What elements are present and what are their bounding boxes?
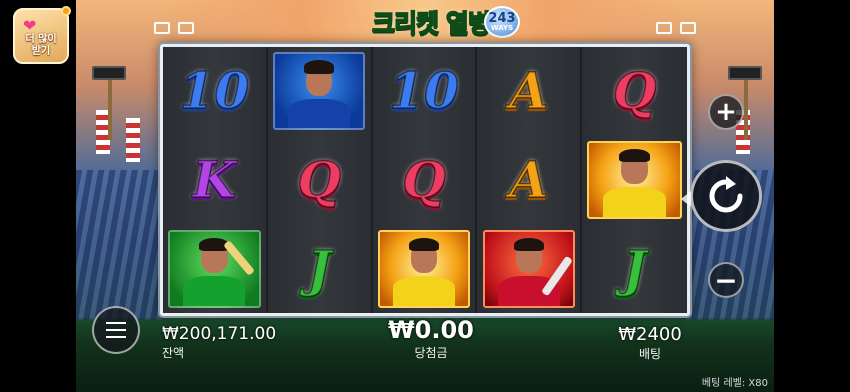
- symbol-a: A: [509, 61, 549, 121]
- reel-cell: K: [163, 136, 266, 225]
- promo-line2: 받기: [31, 46, 51, 57]
- reel-cell: A: [477, 136, 580, 225]
- floodlight-icon: [154, 22, 170, 34]
- gift-icon: ❤: [23, 16, 37, 35]
- balance-label: 잔액: [162, 346, 185, 360]
- symbol-cricket-player-blue: [272, 52, 366, 131]
- minus-icon: −: [714, 263, 738, 297]
- floodlight-tower: [728, 66, 762, 140]
- reel-cell: [477, 224, 580, 313]
- reel-column: QJ: [582, 47, 687, 313]
- promo-line1: 더 많이: [25, 34, 57, 45]
- reel-column: 10 K: [163, 47, 268, 313]
- symbol-cricket-player-gold: [587, 140, 682, 219]
- bet-label: 배팅: [638, 347, 662, 361]
- reel-column: AA: [477, 47, 583, 313]
- floodlight-icon: [178, 22, 194, 34]
- bet-value: ₩2400: [618, 324, 682, 345]
- hamburger-menu-icon: [106, 322, 126, 338]
- symbol-10: 10: [388, 61, 459, 121]
- symbol-j: J: [307, 238, 332, 298]
- reel-cell: A: [477, 47, 580, 136]
- autoplay-arrow-icon[interactable]: [681, 191, 691, 207]
- flag-decoration: [126, 118, 140, 162]
- refresh-icon: [709, 176, 743, 213]
- reel-cell: [268, 47, 371, 136]
- reel-column: QJ: [267, 47, 373, 313]
- symbol-cricket-batsman-red: [482, 229, 576, 308]
- ways-label: WAYS: [490, 24, 514, 32]
- bet-level-value: X80: [748, 378, 768, 389]
- game-stage: 크리켓 열병 243 WAYS 10 K Q J 10 Q A A Q J + − ₩200,17…: [76, 0, 774, 392]
- reel-cell: Q: [268, 136, 371, 225]
- menu-button[interactable]: [92, 306, 140, 354]
- floodlight-icon: [656, 22, 672, 34]
- reel-column: 10 Q: [372, 47, 478, 313]
- win-label: 당첨금: [414, 346, 448, 360]
- ways-badge: 243 WAYS: [484, 6, 520, 38]
- reel-cell: J: [582, 224, 687, 313]
- bet-level: 베팅 레벨: X80: [702, 374, 768, 389]
- symbol-q: Q: [297, 149, 342, 209]
- reel-cell: 10: [373, 47, 476, 136]
- spin-button[interactable]: [681, 160, 762, 232]
- symbol-q: Q: [612, 61, 657, 121]
- symbol-10: 10: [179, 61, 250, 121]
- reel-cell: [163, 224, 266, 313]
- floodlight-icon: [680, 22, 696, 34]
- game-title: 크리켓 열병: [371, 8, 491, 39]
- symbol-q: Q: [401, 149, 446, 209]
- promo-more-button[interactable]: ❤ 더 많이 받기: [13, 6, 71, 64]
- balance-value: ₩200,171.00: [162, 324, 277, 344]
- game-logo: 크리켓 열병 243 WAYS: [346, 2, 520, 42]
- bet-display: ₩2400 배팅: [610, 324, 690, 362]
- symbol-cricket-batsman-green: [168, 229, 261, 308]
- win-display: ₩0.00 당첨금: [376, 316, 486, 361]
- symbol-cricket-player-gold: [377, 229, 471, 308]
- floodlight-tower: [92, 66, 126, 140]
- balance-display: ₩200,171.00 잔액: [162, 324, 276, 361]
- stadium-crowd-left: [76, 170, 166, 320]
- decrease-bet-button[interactable]: −: [708, 262, 744, 298]
- reel-cell: Q: [582, 47, 687, 136]
- increase-bet-button[interactable]: +: [708, 94, 744, 130]
- reel-grid: 10 K Q J 10 Q A A Q J: [160, 44, 690, 316]
- symbol-j: J: [622, 238, 647, 298]
- reel-cell: [373, 224, 476, 313]
- plus-icon: +: [715, 97, 737, 127]
- reel-cell: 10: [163, 47, 266, 136]
- symbol-a: A: [509, 149, 549, 209]
- bet-level-label: 베팅 레벨:: [701, 378, 746, 389]
- reel-cell: [582, 136, 687, 225]
- reel-cell: J: [268, 224, 371, 313]
- notification-dot: [61, 6, 71, 16]
- reel-cell: Q: [373, 136, 476, 225]
- symbol-k: K: [192, 149, 237, 209]
- win-value: ₩0.00: [388, 316, 474, 344]
